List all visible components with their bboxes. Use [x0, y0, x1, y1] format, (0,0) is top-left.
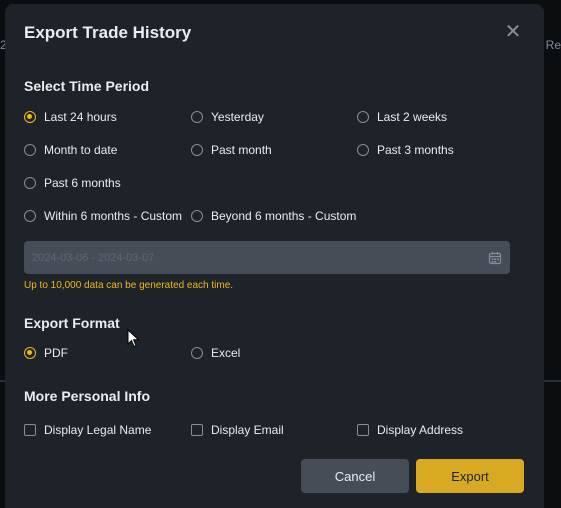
radio-unchecked-icon: [191, 210, 203, 222]
calendar-icon[interactable]: [488, 251, 502, 265]
radio-checked-icon: [24, 347, 36, 359]
personal-info-heading: More Personal Info: [24, 388, 151, 404]
export-button[interactable]: Export: [416, 459, 524, 493]
checkbox-icon: [357, 424, 369, 436]
radio-yesterday[interactable]: Yesterday: [191, 109, 264, 125]
radio-label: PDF: [44, 346, 68, 360]
time-period-heading: Select Time Period: [24, 78, 150, 94]
cancel-button[interactable]: Cancel: [301, 459, 409, 493]
date-range-input[interactable]: [24, 241, 510, 274]
radio-unchecked-icon: [191, 111, 203, 123]
radio-past-month[interactable]: Past month: [191, 142, 272, 158]
checkbox-label: Display Email: [211, 423, 284, 437]
radio-unchecked-icon: [24, 210, 36, 222]
radio-month-to-date[interactable]: Month to date: [24, 142, 117, 158]
radio-label: Past 3 months: [377, 143, 454, 157]
export-format-heading: Export Format: [24, 315, 120, 331]
radio-unchecked-icon: [191, 144, 203, 156]
radio-last-24-hours[interactable]: Last 24 hours: [24, 109, 117, 125]
radio-unchecked-icon: [357, 144, 369, 156]
checkbox-display-address[interactable]: Display Address: [357, 422, 463, 438]
radio-beyond-6-months-custom[interactable]: Beyond 6 months - Custom: [191, 208, 356, 224]
radio-label: Past month: [211, 143, 272, 157]
radio-label: Past 6 months: [44, 176, 121, 190]
radio-label: Last 24 hours: [44, 110, 117, 124]
close-icon[interactable]: ✕: [503, 22, 523, 42]
modal-title: Export Trade History: [24, 23, 192, 42]
radio-unchecked-icon: [191, 347, 203, 359]
radio-checked-icon: [24, 111, 36, 123]
radio-unchecked-icon: [357, 111, 369, 123]
radio-excel[interactable]: Excel: [191, 345, 240, 361]
checkbox-label: Display Address: [377, 423, 464, 437]
radio-label: Yesterday: [211, 110, 264, 124]
checkbox-label: Display Legal Name: [44, 423, 152, 437]
radio-label: Excel: [211, 346, 241, 360]
radio-label: Within 6 months - Custom: [44, 209, 183, 223]
mouse-cursor-icon: [127, 329, 140, 348]
background-text-right: Re: [545, 38, 561, 52]
date-range-field[interactable]: [32, 251, 332, 264]
export-trade-history-modal: Export Trade History ✕ Select Time Perio…: [5, 4, 544, 508]
checkbox-display-email[interactable]: Display Email: [191, 422, 284, 438]
radio-within-6-months-custom[interactable]: Within 6 months - Custom: [24, 208, 182, 224]
radio-pdf[interactable]: PDF: [24, 345, 68, 361]
radio-past-6-months[interactable]: Past 6 months: [24, 175, 121, 191]
radio-label: Last 2 weeks: [377, 110, 448, 124]
checkbox-icon: [24, 424, 36, 436]
radio-unchecked-icon: [24, 144, 36, 156]
data-limit-note: Up to 10,000 data can be generated each …: [24, 280, 234, 291]
checkbox-icon: [191, 424, 203, 436]
radio-label: Beyond 6 months - Custom: [211, 209, 357, 223]
radio-label: Month to date: [44, 143, 118, 157]
radio-past-3-months[interactable]: Past 3 months: [357, 142, 454, 158]
checkbox-display-legal-name[interactable]: Display Legal Name: [24, 422, 151, 438]
radio-unchecked-icon: [24, 177, 36, 189]
radio-last-2-weeks[interactable]: Last 2 weeks: [357, 109, 447, 125]
